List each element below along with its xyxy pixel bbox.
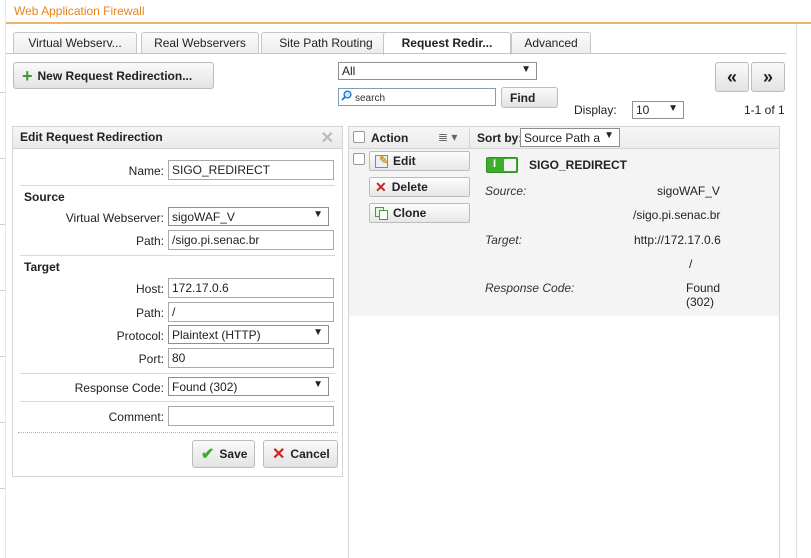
source-webserver: sigoWAF_V: [657, 184, 720, 198]
comment-field[interactable]: [168, 406, 334, 426]
right-divider: [796, 24, 797, 558]
response-code-label: Response Code:: [74, 381, 164, 395]
virtual-webserver-label: Virtual Webserver:: [65, 211, 164, 225]
find-button[interactable]: Find: [501, 87, 558, 108]
chevron-down-icon: ▼: [604, 130, 614, 141]
enabled-toggle[interactable]: I: [486, 157, 518, 173]
protocol-label: Protocol:: [116, 329, 164, 343]
target-heading: Target: [24, 260, 60, 274]
action-column-header: Action: [371, 131, 409, 145]
sort-by-select[interactable]: Source Path a ▼: [520, 128, 620, 147]
chevron-down-icon: ▼: [313, 327, 323, 338]
tabs-baseline: [6, 53, 786, 54]
previous-page-button[interactable]: «: [715, 62, 749, 92]
close-icon[interactable]: ✕: [321, 128, 334, 148]
comment-label: Comment:: [108, 410, 164, 424]
divider: [20, 373, 335, 374]
select-all-checkbox[interactable]: [353, 131, 365, 143]
redirection-list: Action ≣ ▾ Sort by: Source Path a ▼ ✎ Ed…: [348, 126, 780, 558]
response-code-select[interactable]: Found (302) ▼: [168, 377, 329, 396]
protocol-select[interactable]: Plaintext (HTTP) ▼: [168, 325, 329, 344]
edit-button[interactable]: ✎ Edit: [369, 151, 470, 171]
target-path-label: Path:: [135, 306, 164, 320]
row-checkbox[interactable]: [353, 153, 365, 165]
clone-button[interactable]: Clone: [369, 203, 470, 223]
chevron-down-icon: ▼: [313, 379, 323, 390]
chevron-down-icon: ▼: [313, 209, 323, 220]
response-code-number: (302): [686, 295, 715, 309]
plus-icon: +: [22, 65, 33, 86]
close-icon: ✕: [272, 446, 286, 463]
host-field[interactable]: 172.17.0.6: [168, 278, 334, 298]
pagination-info: 1-1 of 1: [744, 103, 785, 117]
port-label: Port:: [138, 352, 164, 366]
tab-virtual-webservers[interactable]: Virtual Webserv...: [13, 32, 137, 54]
target-host: http://172.17.0.6: [634, 233, 721, 247]
tab-real-webservers[interactable]: Real Webservers: [141, 32, 259, 54]
sort-by-label: Sort by:: [477, 131, 523, 145]
tab-site-path-routing[interactable]: Site Path Routing: [261, 32, 391, 54]
host-label: Host:: [135, 282, 164, 296]
search-input[interactable]: search: [338, 88, 496, 106]
item-name: SIGO_REDIRECT: [529, 158, 628, 172]
save-button[interactable]: ✔ Save: [192, 440, 255, 468]
edit-request-redirection-panel: Edit Request Redirection ✕ Name: SIGO_RE…: [12, 126, 343, 477]
divider: [20, 255, 335, 256]
left-ruler: [0, 0, 6, 558]
list-item: ✎ Edit ✕ Delete Clone I SIGO_REDIRECT So…: [349, 149, 779, 316]
clone-icon: [375, 206, 388, 220]
target-path-field[interactable]: /: [168, 302, 334, 322]
source-path-label: Path:: [135, 234, 164, 248]
filter-select[interactable]: All ▼: [338, 62, 537, 80]
panel-header: Edit Request Redirection ✕: [13, 127, 342, 149]
panel-title: Edit Request Redirection: [20, 130, 163, 144]
app-title: Web Application Firewall: [14, 4, 145, 18]
tab-advanced[interactable]: Advanced: [511, 32, 591, 54]
column-menu-icon[interactable]: ≣ ▾: [438, 130, 457, 144]
chevron-down-icon: ▼: [668, 103, 678, 114]
source-heading: Source: [24, 190, 65, 204]
display-label: Display:: [574, 103, 617, 117]
next-page-button[interactable]: »: [751, 62, 785, 92]
source-label: Source:: [485, 184, 527, 198]
check-icon: ✔: [201, 446, 215, 463]
dotted-divider: [18, 432, 338, 433]
display-count-select[interactable]: 10 ▼: [632, 101, 684, 119]
edit-icon: ✎: [375, 154, 388, 168]
new-request-redirection-button[interactable]: + New Request Redirection...: [13, 62, 214, 89]
search-icon: [341, 90, 352, 101]
delete-button[interactable]: ✕ Delete: [369, 177, 470, 197]
title-divider: [6, 22, 811, 24]
divider: [20, 401, 335, 402]
source-path: /sigo.pi.senac.br: [633, 208, 721, 222]
virtual-webserver-select[interactable]: sigoWAF_V ▼: [168, 207, 329, 226]
target-label: Target:: [485, 233, 522, 247]
list-header: Action ≣ ▾ Sort by: Source Path a ▼: [349, 127, 779, 149]
name-field[interactable]: SIGO_REDIRECT: [168, 160, 334, 180]
chevron-down-icon: ▼: [521, 64, 531, 75]
cancel-button[interactable]: ✕ Cancel: [263, 440, 338, 468]
divider: [20, 185, 335, 186]
response-code-label: Response Code:: [485, 281, 575, 295]
name-label: Name:: [128, 164, 164, 178]
header-divider: [469, 127, 470, 149]
target-path: /: [689, 257, 693, 271]
source-path-field[interactable]: /sigo.pi.senac.br: [168, 230, 334, 250]
tab-request-redirection[interactable]: Request Redir...: [383, 32, 511, 55]
port-field[interactable]: 80: [168, 348, 334, 368]
response-code-value: Found: [686, 281, 721, 295]
delete-icon: ✕: [375, 178, 387, 195]
